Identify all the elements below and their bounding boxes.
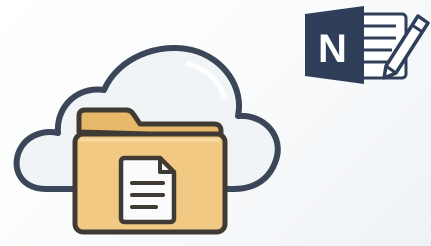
document-icon [118, 155, 177, 225]
onenote-letter: N [318, 27, 347, 71]
illustration-canvas: N [13, 6, 430, 235]
